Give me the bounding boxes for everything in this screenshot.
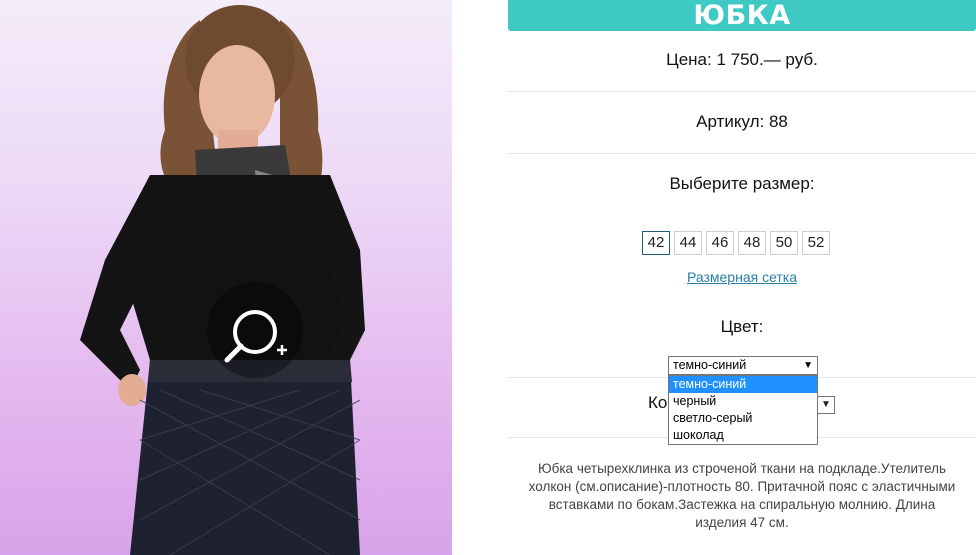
size-heading: Выберите размер:: [669, 174, 815, 193]
size-option-50[interactable]: 50: [770, 231, 798, 255]
divider: [508, 153, 976, 154]
product-info: ЮБКА Цена: 1 750.— руб. Артикул: 88 Выбе…: [508, 0, 976, 555]
size-option-48[interactable]: 48: [738, 231, 766, 255]
divider: [508, 91, 976, 92]
product-photo[interactable]: [0, 0, 452, 555]
size-chart-link[interactable]: Размерная сетка: [508, 269, 976, 285]
product-description: Юбка четырехклинка из строченой ткани на…: [528, 461, 956, 530]
model-illustration: [80, 5, 365, 555]
quantity-select-arrow[interactable]: ▼: [818, 396, 835, 414]
sku: Артикул: 88: [696, 112, 788, 131]
price: Цена: 1 750.— руб.: [666, 50, 818, 69]
size-option-42[interactable]: 42: [642, 231, 670, 255]
chevron-down-icon: ▼: [803, 360, 813, 371]
color-option-dark-blue[interactable]: темно-синий: [669, 376, 817, 393]
size-option-44[interactable]: 44: [674, 231, 702, 255]
color-select[interactable]: темно-синий ▼: [668, 356, 818, 375]
quantity-label: Ко: [648, 393, 668, 412]
color-option-light-gray[interactable]: светло-серый: [669, 410, 817, 427]
size-selector: 42 44 46 48 50 52: [642, 231, 830, 255]
color-dropdown-list: темно-синий черный светло-серый шоколад: [668, 375, 818, 445]
color-heading: Цвет:: [720, 317, 764, 336]
size-option-52[interactable]: 52: [802, 231, 830, 255]
color-select-value: темно-синий: [673, 358, 747, 372]
product-title: ЮБКА: [508, 0, 976, 31]
color-option-black[interactable]: черный: [669, 393, 817, 410]
size-option-46[interactable]: 46: [706, 231, 734, 255]
zoom-in-icon[interactable]: [205, 280, 305, 380]
color-option-chocolate[interactable]: шоколад: [669, 427, 817, 444]
